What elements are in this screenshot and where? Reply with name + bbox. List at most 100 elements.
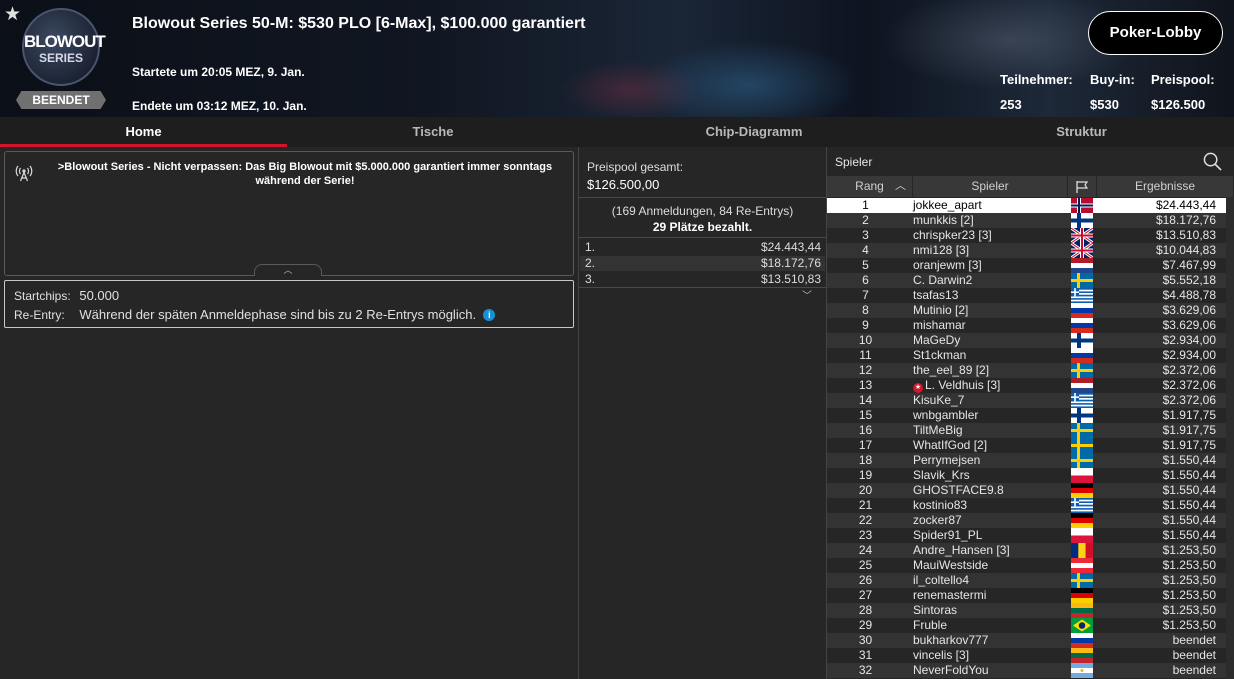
player-row[interactable]: 14 KisuKe_7 $2.372,06 xyxy=(827,393,1226,408)
player-row[interactable]: 13 ★ L. Veldhuis [3] $2.372,06 xyxy=(827,378,1226,393)
participants-value: 253 xyxy=(1000,97,1022,112)
tab-home[interactable]: Home xyxy=(0,117,287,147)
player-row[interactable]: 22 zocker87 $1.550,44 xyxy=(827,513,1226,528)
player-row[interactable]: 18 Perrymejsen $1.550,44 xyxy=(827,453,1226,468)
player-rank: 17 xyxy=(858,438,873,452)
player-result: $1.550,44 xyxy=(1162,498,1216,512)
player-row[interactable]: 25 MauiWestside $1.253,50 xyxy=(827,558,1226,573)
news-text[interactable]: >Blowout Series - Nicht verpassen: Das B… xyxy=(45,160,565,188)
player-result: $7.467,99 xyxy=(1162,258,1216,272)
player-name: Andre_Hansen [3] xyxy=(913,543,1010,557)
scrollbar[interactable] xyxy=(1226,197,1234,679)
tournament-header: ★ BLOWOUT SERIES BEENDET Blowout Series … xyxy=(0,0,1234,117)
player-row[interactable]: 7 tsafas13 $4.488,78 xyxy=(827,288,1226,303)
player-row[interactable]: 10 MaGeDy $2.934,00 xyxy=(827,333,1226,348)
player-name-cell: NeverFoldYou xyxy=(913,663,989,678)
tab-tables[interactable]: Tische xyxy=(287,117,579,147)
player-name-cell: kostinio83 xyxy=(913,498,967,513)
greece-flag-icon xyxy=(1071,498,1093,513)
prize-row: 2. $18.172,76 xyxy=(580,256,825,271)
player-rank: 32 xyxy=(858,663,873,677)
player-name: Mutinio [2] xyxy=(913,303,969,317)
expand-news-toggle[interactable]: ︿ xyxy=(254,264,322,276)
player-row[interactable]: 27 renemastermi $1.253,50 xyxy=(827,588,1226,603)
player-row[interactable]: 21 kostinio83 $1.550,44 xyxy=(827,498,1226,513)
participants-label: Teilnehmer: xyxy=(1000,72,1073,87)
player-row[interactable]: 17 WhatIfGod [2] $1.917,75 xyxy=(827,438,1226,453)
germany-flag-icon xyxy=(1071,483,1093,498)
tab-structure[interactable]: Struktur xyxy=(929,117,1234,147)
player-row[interactable]: 12 the_eel_89 [2] $2.372,06 xyxy=(827,363,1226,378)
player-row[interactable]: 32 NeverFoldYou beendet xyxy=(827,663,1226,678)
separator xyxy=(579,287,826,288)
player-rank: 9 xyxy=(862,318,869,332)
column-rank[interactable]: Rang ︿ xyxy=(827,176,913,197)
prize-row: 1. $24.443,44 xyxy=(580,240,825,255)
player-row[interactable]: 11 St1ckman $2.934,00 xyxy=(827,348,1226,363)
separator xyxy=(579,237,826,238)
column-player[interactable]: Spieler xyxy=(913,176,1068,197)
player-rank: 11 xyxy=(859,348,872,362)
search-input[interactable]: Spieler xyxy=(835,155,872,169)
tab-chip-chart[interactable]: Chip-Diagramm xyxy=(579,117,929,147)
separator xyxy=(579,197,826,198)
player-row[interactable]: 26 il_coltello4 $1.253,50 xyxy=(827,573,1226,588)
end-time: Endete um 03:12 MEZ, 10. Jan. xyxy=(132,99,307,113)
player-row[interactable]: 4 nmi128 [3] $10.044,83 xyxy=(827,243,1226,258)
finland-flag-icon xyxy=(1071,408,1093,423)
germany-flag-icon xyxy=(1071,588,1093,603)
prizepool-value: $126.500 xyxy=(1151,97,1206,112)
player-row[interactable]: 5 oranjewm [3] $7.467,99 xyxy=(827,258,1226,273)
player-row[interactable]: 2 munkkis [2] $18.172,76 xyxy=(827,213,1226,228)
info-icon[interactable]: i xyxy=(483,309,496,321)
player-row[interactable]: 23 Spider91_PL $1.550,44 xyxy=(827,528,1226,543)
player-name-cell: oranjewm [3] xyxy=(913,258,982,273)
player-row[interactable]: 1 jokkee_apart $24.443,44 xyxy=(827,198,1226,213)
player-result: $10.044,83 xyxy=(1155,243,1216,257)
search-icon[interactable] xyxy=(1203,152,1222,171)
player-name: il_coltello4 xyxy=(913,573,970,587)
player-rank: 8 xyxy=(862,303,869,317)
startchips-label: Startchips: xyxy=(14,289,71,303)
player-name: Perrymejsen xyxy=(913,453,981,467)
sweden-flag-icon xyxy=(1071,363,1093,378)
player-row[interactable]: 20 GHOSTFACE9.8 $1.550,44 xyxy=(827,483,1226,498)
player-row[interactable]: 30 bukharkov777 beendet xyxy=(827,633,1226,648)
reentry-label: Re-Entry: xyxy=(14,308,65,322)
logo-line2: SERIES xyxy=(38,51,83,65)
player-result: $1.917,75 xyxy=(1162,408,1216,422)
buyin-value: $530 xyxy=(1090,97,1119,112)
player-rank: 27 xyxy=(858,588,873,602)
chevron-down-icon[interactable]: ﹀ xyxy=(802,287,812,302)
poker-lobby-button[interactable]: Poker-Lobby xyxy=(1088,11,1223,55)
player-row[interactable]: 28 Sintoras $1.253,50 xyxy=(827,603,1226,618)
player-row[interactable]: 31 vincelis [3] beendet xyxy=(827,648,1226,663)
player-row[interactable]: 16 TiltMeBig $1.917,75 xyxy=(827,423,1226,438)
player-row[interactable]: 19 Slavik_Krs $1.550,44 xyxy=(827,468,1226,483)
player-result: $1.917,75 xyxy=(1162,438,1216,452)
player-name-cell: GHOSTFACE9.8 xyxy=(913,483,1004,498)
player-result: $2.372,06 xyxy=(1162,378,1216,392)
player-name: MauiWestside xyxy=(913,558,989,572)
player-name: zocker87 xyxy=(913,513,962,527)
uk-flag-icon xyxy=(1071,228,1093,243)
player-row[interactable]: 15 wnbgambler $1.917,75 xyxy=(827,408,1226,423)
player-result: $2.934,00 xyxy=(1162,333,1216,347)
player-search[interactable]: Spieler xyxy=(827,148,1234,175)
player-row[interactable]: 6 C. Darwin2 $5.552,18 xyxy=(827,273,1226,288)
player-name: Sintoras xyxy=(913,603,958,617)
player-row[interactable]: 8 Mutinio [2] $3.629,06 xyxy=(827,303,1226,318)
column-result[interactable]: Ergebnisse xyxy=(1097,176,1234,197)
player-result: $1.917,75 xyxy=(1162,423,1216,437)
player-name: Spider91_PL xyxy=(913,528,983,542)
player-row[interactable]: 9 mishamar $3.629,06 xyxy=(827,318,1226,333)
sort-ascending-icon: ︿ xyxy=(895,180,906,192)
star-icon[interactable]: ★ xyxy=(4,3,21,26)
player-result: $1.550,44 xyxy=(1162,513,1216,527)
sweden-flag-icon xyxy=(1071,573,1093,588)
player-row[interactable]: 3 chrispker23 [3] $13.510,83 xyxy=(827,228,1226,243)
start-time: Startete um 20:05 MEZ, 9. Jan. xyxy=(132,65,305,79)
player-row[interactable]: 29 Fruble $1.253,50 xyxy=(827,618,1226,633)
player-row[interactable]: 24 Andre_Hansen [3] $1.253,50 xyxy=(827,543,1226,558)
player-rank: 30 xyxy=(858,633,873,647)
